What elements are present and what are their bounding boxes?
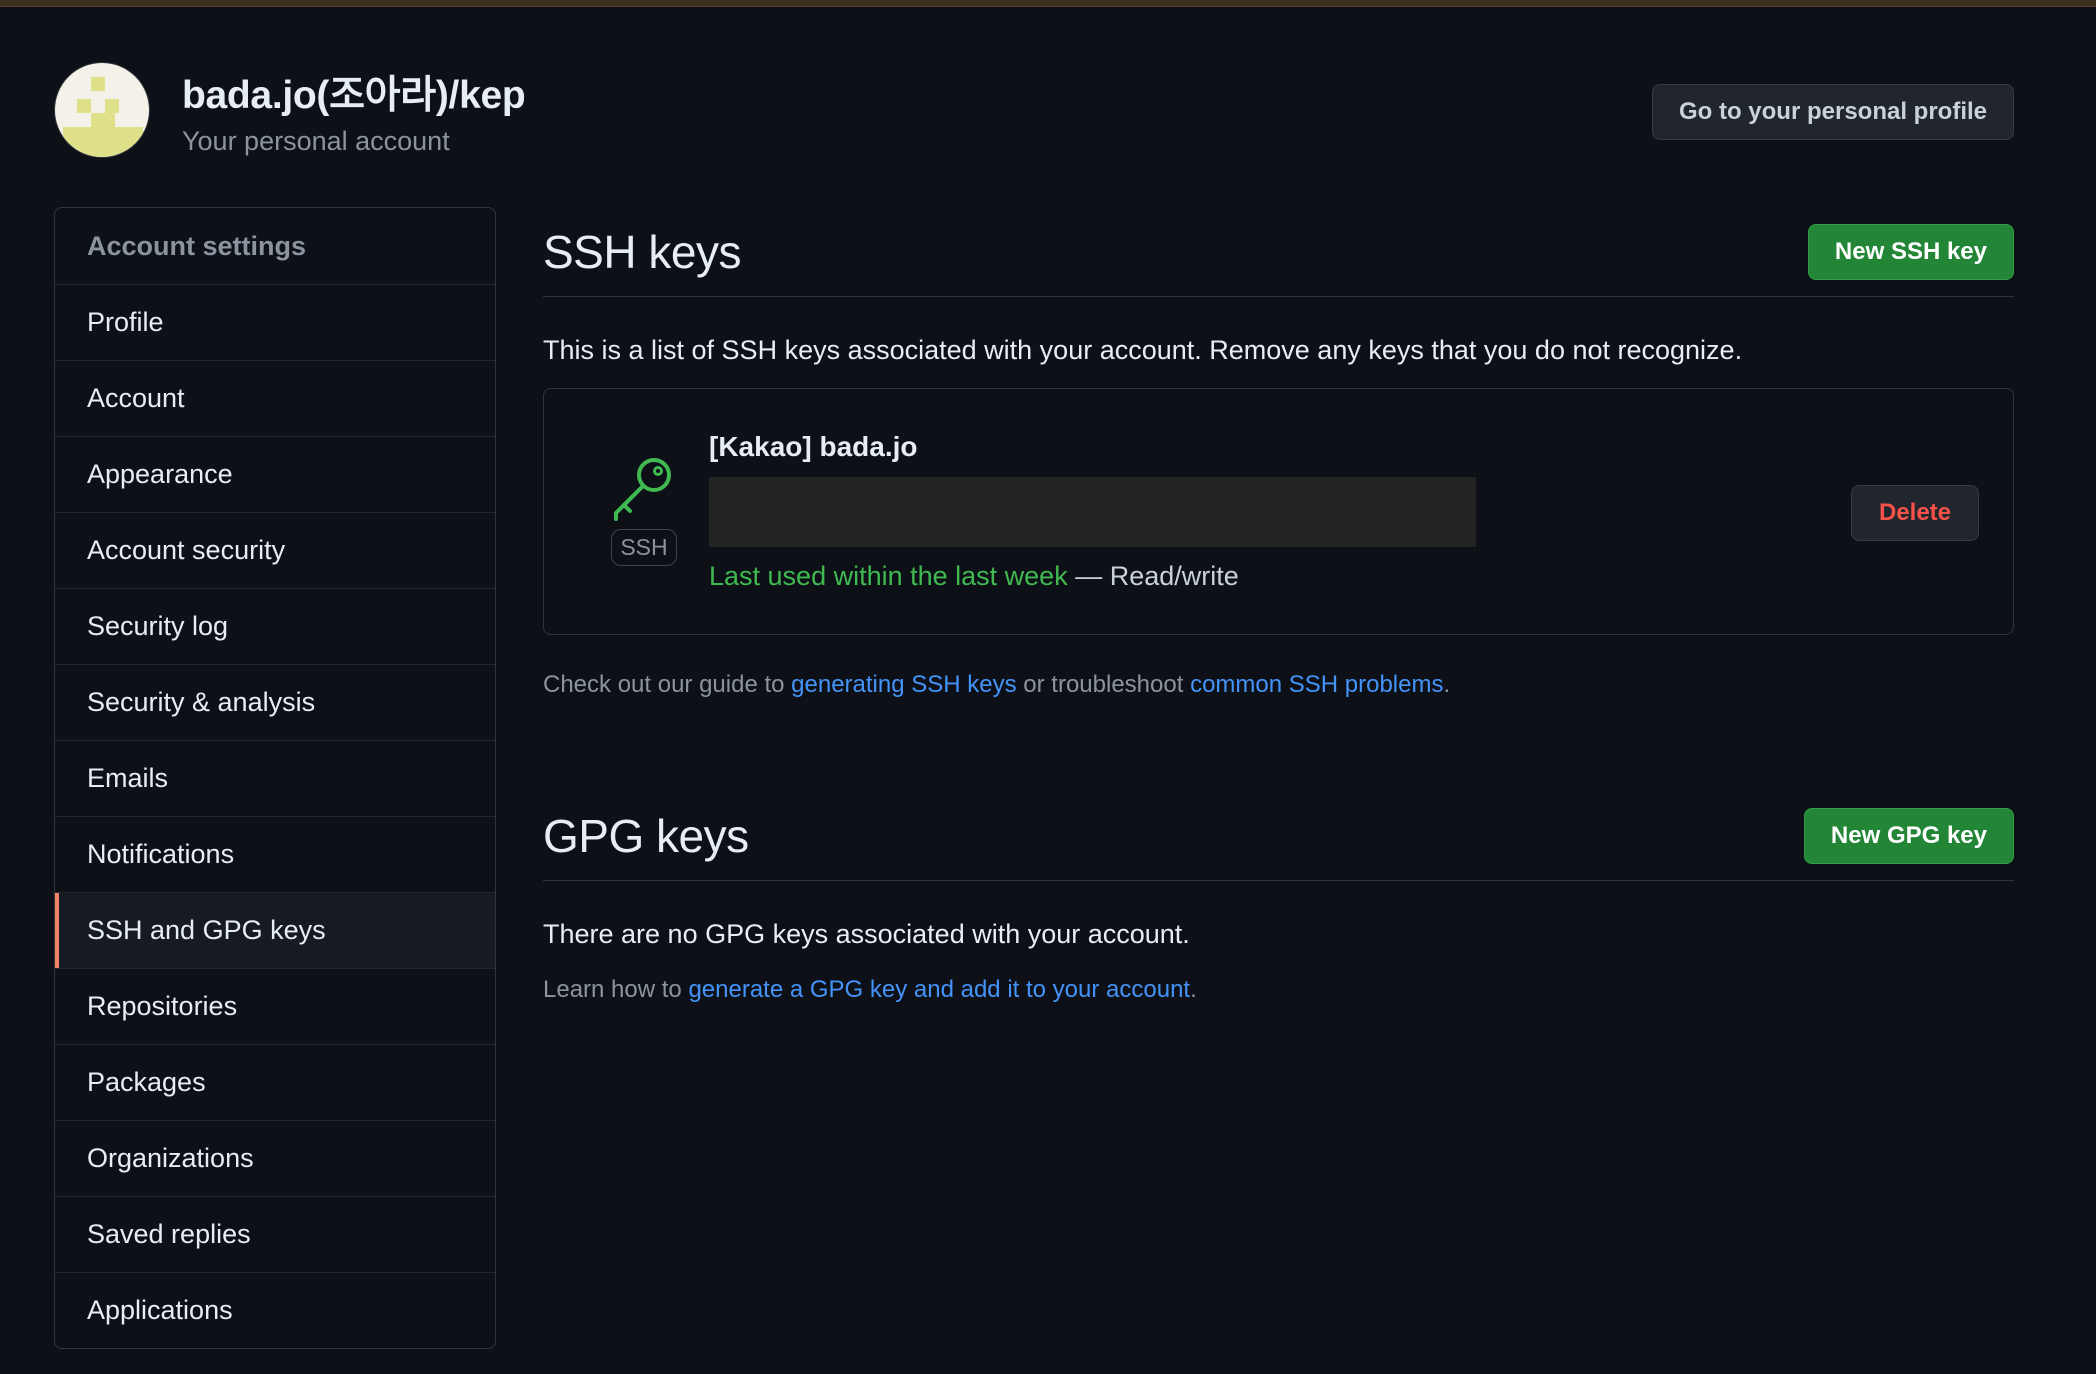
sidebar-item-ssh-gpg-keys[interactable]: SSH and GPG keys [55,892,495,968]
account-name[interactable]: bada.jo(조아라)/kep [182,64,526,120]
avatar[interactable] [54,62,150,158]
gpg-learn-text: Learn how to generate a GPG key and add … [543,976,2014,1004]
gpg-keys-description: There are no GPG keys associated with yo… [543,919,1190,949]
sidebar-item-account-security[interactable]: Account security [55,512,495,588]
sidebar-item-profile[interactable]: Profile [55,284,495,360]
delete-ssh-key-button[interactable]: Delete [1851,485,1979,541]
ssh-guide-prefix: Check out our guide to [543,671,792,698]
new-ssh-key-button[interactable]: New SSH key [1807,223,2014,280]
account-subtitle: Your personal account [182,125,450,156]
ssh-key-icon-wrap: SSH [610,453,678,566]
sidebar-item-emails[interactable]: Emails [55,740,495,816]
sidebar-item-security-analysis[interactable]: Security & analysis [55,664,495,740]
settings-sidebar: Account settings Profile Account Appeara… [54,207,496,1349]
sidebar-item-account[interactable]: Account [55,360,495,436]
gpg-learn-suffix: . [1190,976,1197,1003]
ssh-keys-description: This is a list of SSH keys associated wi… [543,335,1743,365]
ssh-guide-text: Check out our guide to generating SSH ke… [543,671,2014,699]
gpg-keys-title: GPG keys [543,809,749,862]
go-to-profile-button[interactable]: Go to your personal profile [1652,84,2014,140]
main-content: SSH keys New SSH key This is a list of S… [543,207,2014,1004]
ssh-keys-title: SSH keys [543,225,741,278]
ssh-guide-suffix: . [1443,671,1451,698]
ssh-key-name: [Kakao] bada.jo [709,431,918,462]
ssh-key-fingerprint-redacted [709,477,1476,547]
ssh-key-item: SSH [Kakao] bada.jo Last used within the… [543,388,2014,635]
key-icon [614,458,671,521]
ssh-keys-section: SSH keys New SSH key This is a list of S… [543,207,2014,699]
ssh-guide-middle: or troubleshoot [1016,671,1191,698]
generate-gpg-key-link[interactable]: generate a GPG key and add it to your ac… [688,976,1190,1003]
gpg-learn-prefix: Learn how to [543,976,689,1003]
sidebar-item-saved-replies[interactable]: Saved replies [55,1196,495,1272]
ssh-badge: SSH [611,529,677,566]
common-ssh-problems-link[interactable]: common SSH problems [1190,671,1443,698]
generating-ssh-keys-link[interactable]: generating SSH keys [791,671,1016,698]
sidebar-item-repositories[interactable]: Repositories [55,968,495,1044]
gpg-keys-section: GPG keys New GPG key There are no GPG ke… [543,791,2014,1004]
gpg-keys-header: GPG keys New GPG key [543,791,2014,881]
new-gpg-key-button[interactable]: New GPG key [1803,807,2014,864]
top-border [0,0,2096,7]
sidebar-item-notifications[interactable]: Notifications [55,816,495,892]
sidebar-item-packages[interactable]: Packages [55,1044,495,1120]
sidebar-item-applications[interactable]: Applications [55,1272,495,1348]
ssh-key-usage: Last used within the last week — Read/wr… [709,561,1476,592]
ssh-key-access: — Read/write [1067,561,1239,591]
sidebar-item-appearance[interactable]: Appearance [55,436,495,512]
sidebar-header-account-settings: Account settings [87,230,307,261]
ssh-keys-header: SSH keys New SSH key [543,207,2014,297]
account-header: bada.jo(조아라)/kep Your personal account [54,62,526,158]
sidebar-item-organizations[interactable]: Organizations [55,1120,495,1196]
ssh-key-info: [Kakao] bada.jo Last used within the las… [709,431,1476,592]
ssh-key-last-used: Last used within the last week [709,561,1068,591]
sidebar-item-security-log[interactable]: Security log [55,588,495,664]
